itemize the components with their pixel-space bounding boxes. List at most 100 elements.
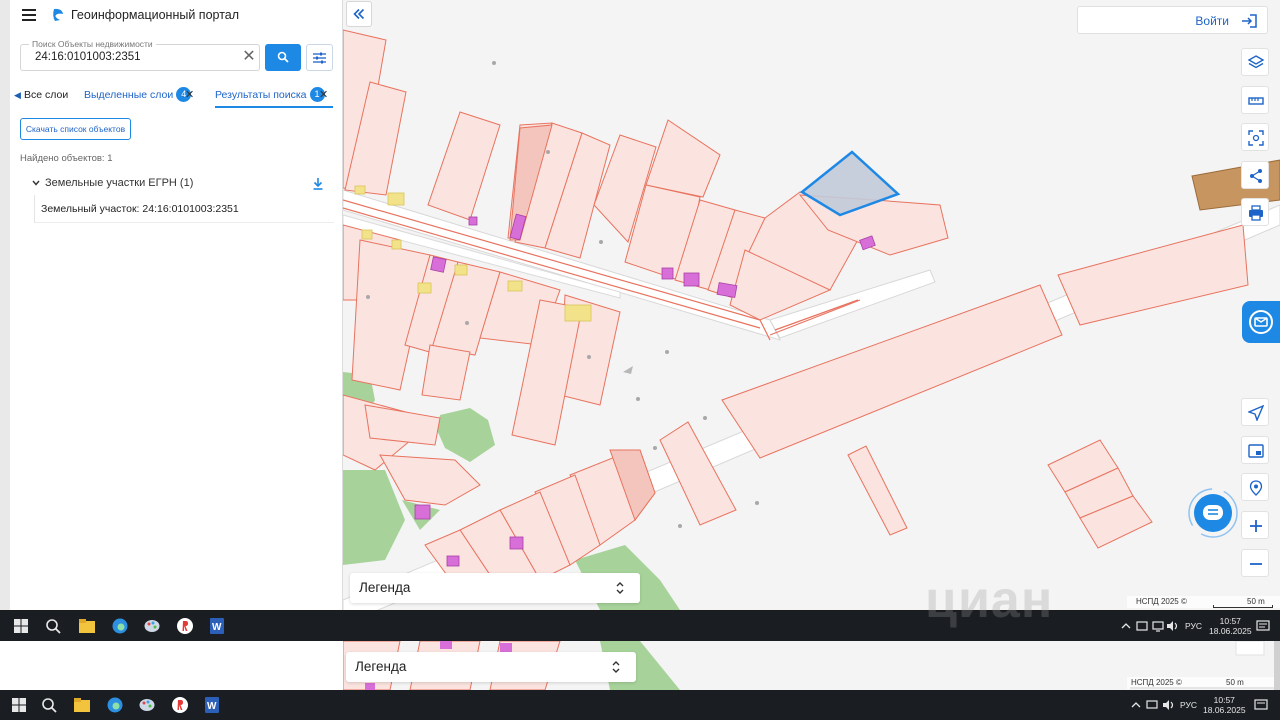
volume-icon[interactable]	[1162, 696, 1176, 714]
map-view[interactable]	[343, 0, 1280, 610]
panel-tabs: ◀ Все слои Выделенные слои 4 ✕ Результаты…	[10, 83, 343, 108]
search-button[interactable]	[265, 44, 301, 71]
search-panel: Геоинформационный портал Поиск Объекты н…	[10, 0, 343, 610]
close-icon[interactable]: ✕	[242, 49, 256, 65]
chat-button[interactable]	[1187, 487, 1239, 539]
share-button[interactable]	[1241, 161, 1269, 189]
login-icon	[1242, 14, 1257, 28]
scale-bar	[1213, 605, 1273, 608]
taskbar-duplicate: W РУС 10:57 18.06.2025	[0, 690, 1280, 720]
edge-browser-icon[interactable]	[111, 617, 129, 635]
word-app-icon[interactable]: W	[203, 696, 221, 714]
feedback-icon	[1249, 310, 1273, 334]
language-indicator[interactable]: РУС	[1185, 621, 1202, 631]
zoom-out-icon	[1250, 563, 1262, 565]
svg-text:W: W	[207, 701, 217, 712]
svg-text:W: W	[212, 622, 222, 633]
map-canvas[interactable]	[343, 0, 1280, 610]
network-icon[interactable]	[1152, 617, 1164, 635]
navigate-icon	[1248, 405, 1264, 421]
app-title: Геоинформационный портал	[71, 8, 240, 22]
legend-selector-duplicate[interactable]: Легенда	[346, 652, 636, 682]
zoom-out-button[interactable]	[1241, 549, 1269, 577]
minimap-icon	[1248, 444, 1264, 458]
screenshot-button[interactable]	[1241, 123, 1269, 151]
tab-selected-label: Выделенные слои	[84, 89, 174, 101]
close-results-tab-icon[interactable]: ✕	[319, 83, 328, 107]
yandex-browser-icon[interactable]	[171, 696, 189, 714]
feedback-side-tab[interactable]	[1242, 301, 1280, 343]
layers-button[interactable]	[1241, 48, 1269, 76]
clock[interactable]: 10:57 18.06.2025	[1203, 695, 1246, 715]
ruler-icon	[1248, 97, 1264, 105]
locate-icon	[1249, 480, 1263, 496]
duplicate-panel	[0, 641, 343, 690]
notifications-icon[interactable]	[1254, 696, 1268, 714]
filter-icon	[313, 52, 326, 64]
chevron-down-icon[interactable]	[32, 179, 40, 187]
close-selected-tab-icon[interactable]: ✕	[185, 83, 194, 107]
filter-button[interactable]	[306, 44, 333, 71]
zoom-in-icon	[1250, 520, 1262, 532]
tray-app-icon[interactable]	[1136, 617, 1148, 635]
legend-selector[interactable]: Легенда	[350, 573, 640, 603]
edge-browser-icon[interactable]	[106, 696, 124, 714]
search-input[interactable]: 24:16:0101003:2351	[35, 51, 141, 63]
clock-date: 18.06.2025	[1203, 705, 1246, 715]
tray-expand-icon[interactable]	[1120, 617, 1132, 635]
duplicate-screen-strip: Легенда НСПД 2025 © 50 m	[0, 641, 1280, 690]
scale-label-duplicate: 50 m	[1226, 678, 1244, 687]
clock[interactable]: 10:57 18.06.2025	[1209, 616, 1252, 636]
locate-button[interactable]	[1241, 473, 1269, 501]
layers-icon	[1248, 55, 1264, 69]
download-icon[interactable]	[312, 177, 324, 191]
notifications-icon[interactable]	[1256, 617, 1270, 635]
tab-search-results[interactable]: Результаты поиска 1	[215, 83, 333, 108]
search-taskbar-icon[interactable]	[44, 617, 62, 635]
search-taskbar-icon[interactable]	[40, 696, 58, 714]
tabs-scroll-left-icon[interactable]: ◀	[14, 83, 24, 108]
word-app-icon[interactable]: W	[208, 617, 226, 635]
login-button[interactable]: Войти	[1077, 6, 1268, 34]
search-icon	[277, 51, 289, 63]
clock-date: 18.06.2025	[1209, 626, 1252, 636]
tab-selected-layers[interactable]: Выделенные слои 4	[84, 83, 192, 108]
cian-watermark: циан	[925, 571, 1054, 629]
result-list-item[interactable]: Земельный участок: 24:16:0101003:2351	[34, 195, 334, 223]
language-indicator[interactable]: РУС	[1180, 700, 1197, 710]
portal-logo-icon	[53, 8, 63, 21]
double-chevron-left-icon	[353, 8, 365, 20]
minimap-button[interactable]	[1241, 436, 1269, 464]
download-list-button[interactable]: Скачать список объектов	[20, 118, 131, 140]
tray-expand-icon[interactable]	[1130, 696, 1142, 714]
volume-icon[interactable]	[1166, 617, 1180, 635]
login-label: Войти	[1195, 14, 1229, 28]
hamburger-menu-icon[interactable]	[22, 9, 36, 21]
paint-app-icon[interactable]	[138, 696, 156, 714]
tab-all-layers[interactable]: Все слои	[24, 83, 68, 108]
file-explorer-icon[interactable]	[78, 617, 96, 635]
zoom-in-button[interactable]	[1241, 511, 1269, 539]
yandex-browser-icon[interactable]	[176, 617, 194, 635]
windows-start-icon[interactable]	[10, 696, 28, 714]
file-explorer-icon[interactable]	[73, 696, 91, 714]
network-icon[interactable]	[1146, 696, 1158, 714]
clock-time: 10:57	[1219, 616, 1241, 626]
navigate-button[interactable]	[1241, 398, 1269, 426]
tab-results-label: Результаты поиска	[215, 89, 307, 101]
ruler-button[interactable]	[1241, 86, 1269, 114]
paint-app-icon[interactable]	[143, 617, 161, 635]
legend-label: Легенда	[359, 580, 411, 595]
window-edge	[0, 0, 10, 610]
panel-header: Геоинформационный портал	[10, 0, 343, 30]
windows-start-icon[interactable]	[12, 617, 30, 635]
chat-icon	[1188, 488, 1238, 538]
print-button[interactable]	[1241, 198, 1269, 226]
screenshot-icon	[1248, 130, 1264, 146]
result-item-label: Земельный участок: 24:16:0101003:2351	[41, 203, 239, 215]
search-field[interactable]: Поиск Объекты недвижимости 24:16:0101003…	[20, 39, 260, 71]
result-group-header[interactable]: Земельные участки ЕГРН (1)	[45, 177, 193, 189]
found-count: Найдено объектов: 1	[20, 153, 113, 164]
collapse-panel-button[interactable]	[346, 1, 372, 27]
updown-chevron-icon	[616, 582, 624, 594]
